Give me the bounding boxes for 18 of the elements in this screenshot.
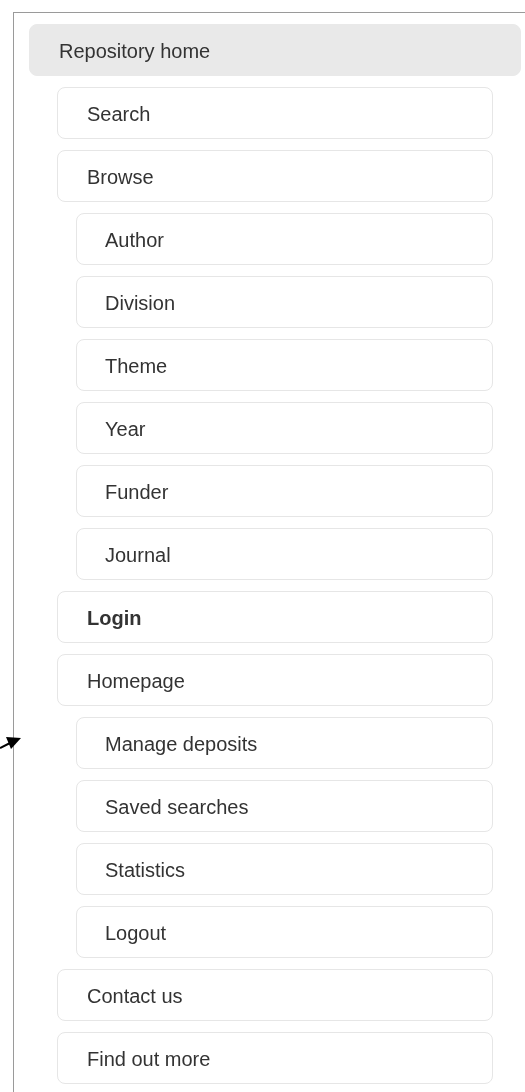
menu-item[interactable]: Journal	[76, 528, 493, 580]
menu-item[interactable]: Contact us	[57, 969, 493, 1021]
menu-item[interactable]: Funder	[76, 465, 493, 517]
menu-item[interactable]: Repository home	[29, 24, 521, 76]
menu-item[interactable]: Find out more	[57, 1032, 493, 1084]
menu-item[interactable]: Homepage	[57, 654, 493, 706]
menu-item[interactable]: Manage deposits	[76, 717, 493, 769]
arrow-icon	[0, 736, 21, 750]
menu-item[interactable]: Author	[76, 213, 493, 265]
menu-item[interactable]: Year	[76, 402, 493, 454]
menu-item[interactable]: Theme	[76, 339, 493, 391]
menu-item[interactable]: Division	[76, 276, 493, 328]
menu-item[interactable]: Logout	[76, 906, 493, 958]
menu-item[interactable]: Login	[57, 591, 493, 643]
menu-item[interactable]: Browse	[57, 150, 493, 202]
menu-item[interactable]: Search	[57, 87, 493, 139]
menu-item[interactable]: Statistics	[76, 843, 493, 895]
menu-item[interactable]: Saved searches	[76, 780, 493, 832]
